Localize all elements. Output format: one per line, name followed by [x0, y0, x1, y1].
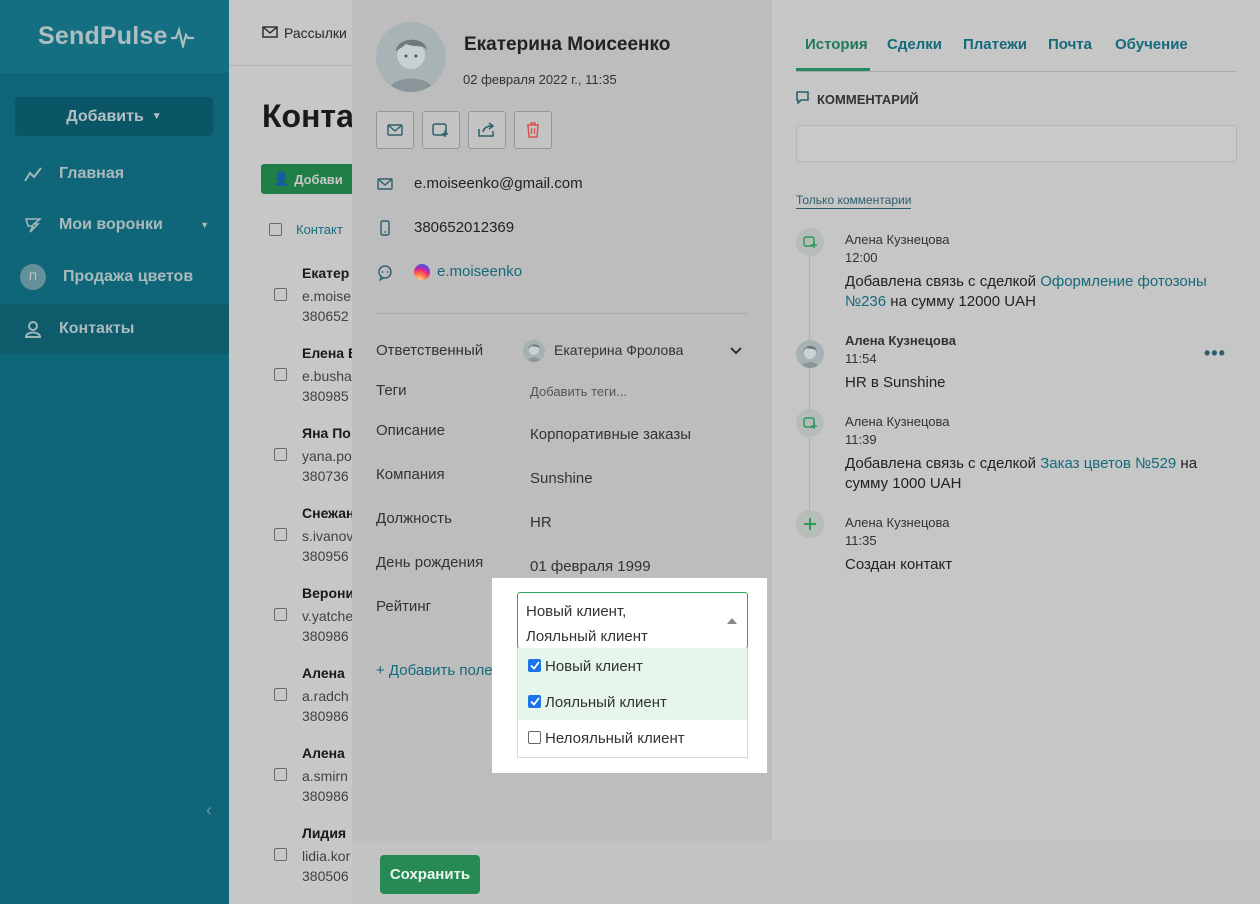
- timeline-text-part: Добавлена связь с сделкой: [845, 455, 1041, 472]
- chevron-down-icon[interactable]: [730, 342, 742, 360]
- comment-title-text: КОММЕНТАРИЙ: [817, 91, 919, 107]
- field-label-birthday: День рождения: [376, 554, 484, 571]
- share-button[interactable]: [468, 111, 506, 149]
- rating-option-new[interactable]: Новый клиент: [518, 648, 747, 684]
- timeline-author: Алена Кузнецова: [845, 333, 956, 348]
- responsible-avatar: [523, 340, 545, 362]
- instagram-icon: [414, 264, 430, 280]
- add-deal-button[interactable]: [422, 111, 460, 149]
- rating-selected-line: Лояльный клиент: [526, 628, 648, 645]
- user-avatar: [796, 340, 824, 368]
- rating-option-label: Нелояльный клиент: [545, 729, 685, 747]
- deal-link[interactable]: Заказ цветов №529: [1040, 455, 1176, 472]
- deal-link-icon: [796, 409, 824, 437]
- rating-option-label: Новый клиент: [545, 657, 643, 675]
- rating-dropdown-spotlight: Новый клиент, Лояльный клиент Новый клие…: [492, 578, 767, 773]
- plus-icon: [796, 510, 824, 538]
- more-options-icon[interactable]: •••: [1204, 343, 1226, 364]
- field-label-company: Компания: [376, 466, 445, 483]
- description-value[interactable]: Корпоративные заказы: [530, 426, 691, 443]
- field-label-description: Описание: [376, 422, 446, 439]
- email-icon: [376, 175, 394, 193]
- tab-mail[interactable]: Почта: [1048, 36, 1092, 53]
- rating-select[interactable]: Новый клиент, Лояльный клиент: [517, 592, 748, 649]
- timeline-line: [809, 250, 810, 525]
- delete-contact-button[interactable]: [514, 111, 552, 149]
- timeline-author: Алена Кузнецова: [845, 515, 950, 530]
- timeline-text-part: на сумму 12000 UAH: [886, 293, 1036, 310]
- caret-up-icon[interactable]: [727, 618, 737, 624]
- timeline-time: 11:39: [845, 432, 877, 447]
- contact-avatar: [376, 22, 446, 92]
- add-field-link[interactable]: + Добавить поле: [376, 662, 493, 679]
- timeline-text-part: Добавлена связь с сделкой: [845, 273, 1041, 290]
- checkbox-checked[interactable]: [528, 658, 541, 672]
- timeline-author: Алена Кузнецова: [845, 232, 950, 247]
- phone-icon: [376, 219, 394, 237]
- field-label-tags: Теги: [376, 382, 407, 399]
- rating-option-label: Лояльный клиент: [545, 693, 667, 711]
- rating-option-disloyal[interactable]: Нелояльный клиент: [518, 720, 747, 756]
- tab-learning[interactable]: Обучение: [1115, 36, 1188, 53]
- comment-icon: [796, 91, 809, 107]
- tab-history[interactable]: История: [805, 36, 868, 53]
- checkbox-checked[interactable]: [528, 694, 541, 708]
- field-label-position: Должность: [376, 510, 452, 527]
- trash-icon: [527, 122, 539, 138]
- rating-options-menu: Новый клиент Лояльный клиент Нелояльный …: [517, 648, 748, 758]
- tags-input[interactable]: Добавить теги...: [530, 384, 627, 399]
- field-label-responsible: Ответственный: [376, 342, 484, 359]
- responsible-value[interactable]: Екатерина Фролова: [554, 342, 683, 358]
- tabs: История Сделки Платежи Почта Обучение: [796, 28, 1237, 72]
- divider: [376, 313, 747, 314]
- envelope-icon: [387, 124, 403, 136]
- active-tab-indicator: [796, 68, 870, 71]
- send-email-button[interactable]: [376, 111, 414, 149]
- comment-title: КОММЕНТАРИЙ: [796, 91, 919, 107]
- contact-name: Екатерина Моисеенко: [464, 34, 671, 55]
- tab-deals[interactable]: Сделки: [887, 36, 942, 53]
- chat-icon: [376, 264, 394, 282]
- contact-panel: Екатерина Моисеенко 02 февраля 2022 г., …: [352, 0, 1260, 904]
- timeline-text: HR в Sunshine: [845, 374, 946, 391]
- only-comments-filter[interactable]: Только комментарии: [796, 193, 912, 209]
- deal-add-icon: [432, 123, 448, 137]
- share-icon: [478, 122, 495, 137]
- timeline-time: 12:00: [845, 250, 878, 265]
- deal-link-icon: [796, 228, 824, 256]
- position-value[interactable]: HR: [530, 514, 552, 531]
- timeline-time: 11:35: [845, 533, 877, 548]
- rating-selected-line: Новый клиент,: [526, 603, 627, 620]
- contact-phone[interactable]: 380652012369: [414, 219, 514, 236]
- company-value[interactable]: Sunshine: [530, 470, 593, 487]
- birthday-value[interactable]: 01 февраля 1999: [530, 558, 651, 575]
- contact-email[interactable]: e.moiseenko@gmail.com: [414, 175, 583, 192]
- timeline-text: Добавлена связь с сделкой Оформление фот…: [845, 272, 1215, 312]
- save-button[interactable]: Сохранить: [380, 855, 480, 894]
- panel-footer: Сохранить: [352, 841, 1260, 904]
- timeline-text: Создан контакт: [845, 556, 953, 573]
- timeline-time: 11:54: [845, 351, 877, 366]
- contact-instagram[interactable]: e.moiseenko: [437, 263, 522, 280]
- tab-payments[interactable]: Платежи: [963, 36, 1027, 53]
- checkbox-unchecked[interactable]: [528, 730, 541, 744]
- comment-input[interactable]: [796, 125, 1237, 162]
- contact-created-date: 02 февраля 2022 г., 11:35: [463, 72, 617, 87]
- timeline-text: Добавлена связь с сделкой Заказ цветов №…: [845, 454, 1215, 494]
- history-panel: История Сделки Платежи Почта Обучение КО…: [772, 0, 1260, 904]
- rating-option-loyal[interactable]: Лояльный клиент: [518, 684, 747, 720]
- field-label-rating: Рейтинг: [376, 598, 432, 615]
- timeline-author: Алена Кузнецова: [845, 414, 950, 429]
